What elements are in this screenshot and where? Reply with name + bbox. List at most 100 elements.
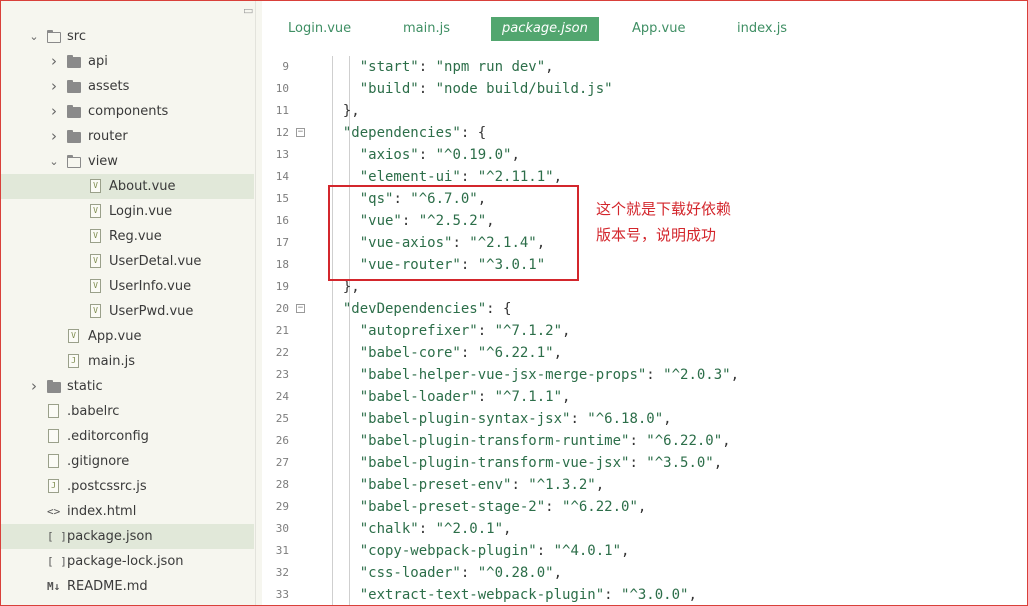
tree-item[interactable]: M↓ README.md <box>0 574 254 599</box>
code-line[interactable]: "babel-plugin-transform-runtime": "^6.22… <box>326 430 1026 452</box>
code-line[interactable]: "start": "npm run dev", <box>326 56 1026 78</box>
fold-toggle-icon[interactable]: − <box>296 304 305 313</box>
gutter-line: 23 <box>262 364 322 386</box>
gutter-line: 9 <box>262 56 322 78</box>
tree-item[interactable]: V App.vue <box>0 324 254 349</box>
code-line[interactable]: "babel-plugin-transform-vue-jsx": "^3.5.… <box>326 452 1026 474</box>
line-number: 9 <box>282 60 289 73</box>
tree-item[interactable]: › static <box>0 374 254 399</box>
line-number: 17 <box>275 236 289 249</box>
tree-item[interactable]: › components <box>0 99 254 124</box>
gutter-line: 22 <box>262 342 322 364</box>
gutter-line: 13 <box>262 144 322 166</box>
tree-item-label: UserInfo.vue <box>109 279 192 294</box>
folder-open-icon <box>67 155 81 168</box>
chevron-right-icon[interactable]: › <box>48 74 60 99</box>
gutter-line: 20− <box>262 298 322 320</box>
tree-item[interactable]: V Login.vue <box>0 199 254 224</box>
gutter-line: 32 <box>262 562 322 584</box>
tree-item[interactable]: J .postcssrc.js <box>0 474 254 499</box>
code-editor: Login.vue main.js package.json App.vue index… <box>262 0 1028 606</box>
tree-item[interactable]: .editorconfig <box>0 424 254 449</box>
chevron-right-icon[interactable]: › <box>28 374 40 399</box>
tree-item[interactable]: › router <box>0 124 254 149</box>
tree-item[interactable]: › api <box>0 49 254 74</box>
json-file-icon: [ ] <box>47 530 67 543</box>
code-line[interactable]: "babel-core": "^6.22.1", <box>326 342 1026 364</box>
tree-item[interactable]: .gitignore <box>0 449 254 474</box>
code-line[interactable]: "dependencies": { <box>326 122 1026 144</box>
tree-item[interactable]: ⌄ src <box>0 24 254 49</box>
editor-tab[interactable]: package.json <box>491 17 599 41</box>
js-file-icon: J <box>68 354 79 368</box>
tree-item[interactable]: <> index.html <box>0 499 254 524</box>
chevron-right-icon[interactable]: › <box>48 99 60 124</box>
code-line[interactable]: "chalk": "^2.0.1", <box>326 518 1026 540</box>
tree-item[interactable]: [ ] package.json <box>0 524 254 549</box>
code-line[interactable]: "babel-helper-vue-jsx-merge-props": "^2.… <box>326 364 1026 386</box>
line-number: 15 <box>275 192 289 205</box>
code-line[interactable]: "babel-preset-env": "^1.3.2", <box>326 474 1026 496</box>
folder-icon <box>67 55 81 68</box>
code-line[interactable]: "extract-text-webpack-plugin": "^3.0.0", <box>326 584 1026 606</box>
annotation-note: 这个就是下载好依赖 版本号，说明成功 <box>596 196 796 248</box>
tree-item-label: About.vue <box>109 179 176 194</box>
code-line[interactable]: "axios": "^0.19.0", <box>326 144 1026 166</box>
editor-tab[interactable]: Login.vue <box>277 17 362 41</box>
gutter-line: 15 <box>262 188 322 210</box>
editor-tab[interactable]: index.js <box>726 17 798 41</box>
code-line[interactable]: "autoprefixer": "^7.1.2", <box>326 320 1026 342</box>
code-line[interactable]: "copy-webpack-plugin": "^4.0.1", <box>326 540 1026 562</box>
gutter-line: 21 <box>262 320 322 342</box>
gutter-line: 30 <box>262 518 322 540</box>
tree-item-label: static <box>67 379 103 394</box>
tree-item[interactable]: › assets <box>0 74 254 99</box>
fold-toggle-icon[interactable]: − <box>296 128 305 137</box>
tree-item[interactable]: V UserInfo.vue <box>0 274 254 299</box>
tree-item[interactable]: .babelrc <box>0 399 254 424</box>
tree-item-label: UserDetal.vue <box>109 254 202 269</box>
gutter-line: 29 <box>262 496 322 518</box>
editor-tab[interactable]: main.js <box>392 17 461 41</box>
annotation-line-1: 这个就是下载好依赖 <box>596 200 732 218</box>
code-content[interactable]: "start": "npm run dev", "build": "node b… <box>326 56 1026 606</box>
tree-item-label: .babelrc <box>67 404 120 419</box>
editor-tab[interactable]: App.vue <box>621 17 696 41</box>
gutter-line: 31 <box>262 540 322 562</box>
code-line[interactable]: "devDependencies": { <box>326 298 1026 320</box>
code-line[interactable]: "babel-loader": "^7.1.1", <box>326 386 1026 408</box>
line-number: 19 <box>275 280 289 293</box>
gutter-line: 19 <box>262 276 322 298</box>
code-line[interactable]: }, <box>326 100 1026 122</box>
tree-item-label: index.html <box>67 504 137 519</box>
sidebar-resize-handle[interactable] <box>255 0 262 606</box>
line-number: 12 <box>275 126 289 139</box>
tree-item-label: main.js <box>88 354 135 369</box>
code-line[interactable]: "babel-preset-stage-2": "^6.22.0", <box>326 496 1026 518</box>
tree-item-label: README.md <box>67 579 148 594</box>
chevron-right-icon[interactable]: › <box>48 124 60 149</box>
tree-item[interactable]: V UserPwd.vue <box>0 299 254 324</box>
vue-file-icon: V <box>90 204 101 218</box>
tree-item[interactable]: V UserDetal.vue <box>0 249 254 274</box>
gutter-line: 16 <box>262 210 322 232</box>
tree-item-label: UserPwd.vue <box>109 304 194 319</box>
code-line[interactable]: "babel-plugin-syntax-jsx": "^6.18.0", <box>326 408 1026 430</box>
folder-open-icon <box>47 30 61 43</box>
tree-item[interactable]: V About.vue <box>0 174 254 199</box>
line-number: 11 <box>275 104 289 117</box>
code-line[interactable]: "css-loader": "^0.28.0", <box>326 562 1026 584</box>
tree-item[interactable]: [ ] package-lock.json <box>0 549 254 574</box>
tree-item[interactable]: Jmain.js <box>0 349 254 374</box>
chevron-down-icon[interactable]: ⌄ <box>28 24 40 49</box>
folder-icon <box>47 380 61 393</box>
collapse-all-icon[interactable]: ▭ <box>243 5 255 16</box>
tree-item[interactable]: V Reg.vue <box>0 224 254 249</box>
vue-file-icon: V <box>90 229 101 243</box>
chevron-right-icon[interactable]: › <box>48 49 60 74</box>
chevron-down-icon[interactable]: ⌄ <box>48 149 60 174</box>
tree-item-label: src <box>67 29 86 44</box>
code-line[interactable]: "build": "node build/build.js" <box>326 78 1026 100</box>
tree-item[interactable]: ⌄ view <box>0 149 254 174</box>
line-number-gutter: 9 10 11 12−13 14 15 16 17 18 19 20−21 22 23 24 25 26 27 2… <box>262 56 322 606</box>
